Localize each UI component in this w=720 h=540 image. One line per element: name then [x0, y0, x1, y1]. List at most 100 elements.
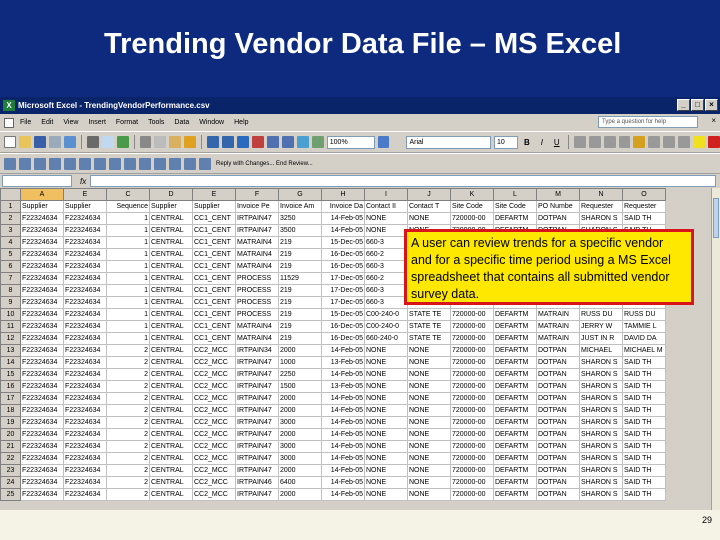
row-header[interactable]: 9 — [0, 296, 21, 309]
cell[interactable]: SAID TH — [622, 440, 666, 453]
column-header[interactable]: A — [20, 188, 64, 201]
restore-button[interactable]: □ — [691, 99, 704, 111]
cell[interactable]: DEFARTM — [493, 212, 537, 225]
row-header[interactable]: 3 — [0, 224, 21, 237]
row-header[interactable]: 22 — [0, 452, 21, 465]
cell[interactable]: 2000 — [278, 344, 322, 357]
cell[interactable]: 660-2 — [364, 272, 408, 285]
cell[interactable]: SHARON S — [579, 212, 623, 225]
cell[interactable]: DOTPAN — [536, 428, 580, 441]
cell[interactable]: CENTRAL — [149, 476, 193, 489]
cell[interactable]: 219 — [278, 248, 322, 261]
cell[interactable]: 14-Feb-05 — [321, 464, 365, 477]
cell[interactable]: CENTRAL — [149, 392, 193, 405]
cell[interactable]: CENTRAL — [149, 272, 193, 285]
cell[interactable]: Contact T — [407, 200, 451, 213]
cell[interactable]: 14-Feb-05 — [321, 392, 365, 405]
cell[interactable]: F22324634 — [63, 476, 107, 489]
cell[interactable]: 720000-00 — [450, 452, 494, 465]
cell[interactable]: NONE — [364, 428, 408, 441]
column-header[interactable]: M — [536, 188, 580, 201]
cell[interactable]: SAID TH — [622, 392, 666, 405]
cell[interactable]: F22324634 — [63, 428, 107, 441]
menu-tools[interactable]: Tools — [148, 119, 164, 126]
cell[interactable]: SHARON S — [579, 476, 623, 489]
new-icon[interactable] — [4, 136, 16, 148]
cell[interactable]: CC1_CENT — [192, 236, 236, 249]
cell[interactable]: PROCESS — [235, 296, 279, 309]
undo-icon[interactable] — [207, 136, 220, 148]
cell[interactable]: F22324634 — [20, 344, 64, 357]
cell[interactable]: DEFARTM — [493, 428, 537, 441]
cell[interactable]: 2 — [106, 488, 150, 501]
cell[interactable]: NONE — [407, 476, 451, 489]
cell[interactable]: IRTPAIN47 — [235, 224, 279, 237]
cell[interactable]: Supplier — [192, 200, 236, 213]
cell[interactable]: NONE — [364, 356, 408, 369]
cell[interactable]: DEFARTM — [493, 356, 537, 369]
cell[interactable]: 1500 — [278, 380, 322, 393]
cell[interactable]: CC2_MCC — [192, 368, 236, 381]
cell[interactable]: NONE — [364, 212, 408, 225]
column-header[interactable]: H — [321, 188, 365, 201]
cell[interactable]: DOTPAN — [536, 356, 580, 369]
cell[interactable]: DEFARTM — [493, 416, 537, 429]
cell[interactable]: 2000 — [278, 428, 322, 441]
currency-icon[interactable] — [633, 136, 646, 148]
cell[interactable]: 720000-00 — [450, 332, 494, 345]
cell[interactable]: 660-3 — [364, 284, 408, 297]
cell[interactable]: SAID TH — [622, 416, 666, 429]
cell[interactable]: JERRY W — [579, 320, 623, 333]
cell[interactable]: NONE — [407, 344, 451, 357]
cell[interactable]: CENTRAL — [149, 404, 193, 417]
cell[interactable]: DEFARTM — [493, 320, 537, 333]
autosum-icon[interactable] — [252, 136, 265, 148]
review-icon[interactable] — [49, 157, 61, 170]
cell[interactable]: DEFARTM — [493, 476, 537, 489]
cell[interactable]: DOTPAN — [536, 440, 580, 453]
cell[interactable]: CENTRAL — [149, 236, 193, 249]
cell[interactable]: DEFARTM — [493, 404, 537, 417]
review-icon[interactable] — [94, 157, 106, 170]
cell[interactable]: CC1_CENT — [192, 332, 236, 345]
cell[interactable]: F22324634 — [63, 308, 107, 321]
column-header[interactable]: N — [579, 188, 623, 201]
cell[interactable]: DOTPAN — [536, 452, 580, 465]
cell[interactable]: 720000-00 — [450, 344, 494, 357]
column-header[interactable]: F — [235, 188, 279, 201]
cell[interactable]: F22324634 — [63, 380, 107, 393]
cell[interactable]: CC2_MCC — [192, 476, 236, 489]
cell[interactable]: CC2_MCC — [192, 356, 236, 369]
cell[interactable]: Supplier — [63, 200, 107, 213]
cell[interactable]: 2000 — [278, 464, 322, 477]
cell[interactable]: DOTPAN — [536, 368, 580, 381]
cell[interactable]: SAID TH — [622, 464, 666, 477]
cell[interactable]: 1 — [106, 296, 150, 309]
column-header[interactable]: E — [192, 188, 236, 201]
column-header[interactable]: C — [106, 188, 150, 201]
cell[interactable]: NONE — [364, 392, 408, 405]
cell[interactable]: TAMMIE L — [622, 320, 666, 333]
cell[interactable]: IRTPAIN47 — [235, 452, 279, 465]
cell[interactable]: SHARON S — [579, 452, 623, 465]
row-header[interactable]: 1 — [0, 200, 21, 213]
cell[interactable]: CC2_MCC — [192, 464, 236, 477]
cell[interactable]: CC1_CENT — [192, 224, 236, 237]
borders-icon[interactable] — [678, 136, 691, 148]
cell[interactable]: 1 — [106, 260, 150, 273]
format-painter-icon[interactable] — [184, 136, 197, 148]
cell[interactable]: F22324634 — [20, 380, 64, 393]
cell[interactable]: SHARON S — [579, 464, 623, 477]
cell[interactable]: DEFARTM — [493, 488, 537, 501]
cell[interactable]: MATRAIN — [536, 308, 580, 321]
cell[interactable]: DOTPAN — [536, 344, 580, 357]
cell[interactable]: NONE — [364, 476, 408, 489]
cell[interactable]: IRTPAIN47 — [235, 440, 279, 453]
cell[interactable]: F22324634 — [63, 356, 107, 369]
cell[interactable]: IRTPAIN47 — [235, 464, 279, 477]
cell[interactable]: F22324634 — [20, 428, 64, 441]
merge-center-icon[interactable] — [618, 136, 631, 148]
workbook-close-icon[interactable]: × — [711, 116, 716, 125]
cell[interactable]: 2250 — [278, 368, 322, 381]
cell[interactable]: DAVID DA — [622, 332, 666, 345]
